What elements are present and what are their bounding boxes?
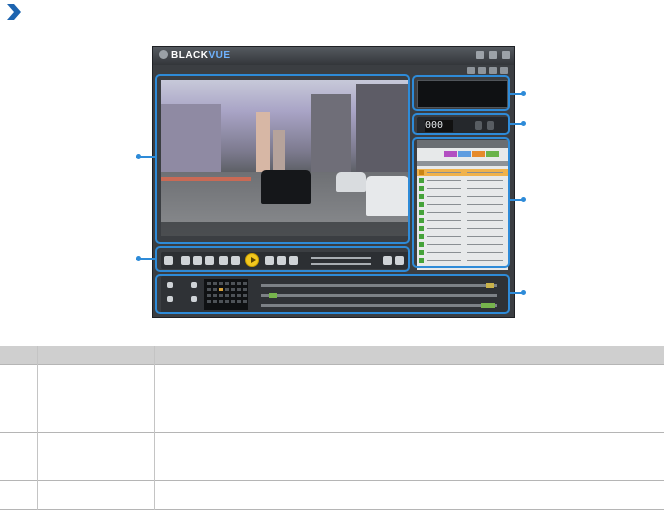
callout-dot (521, 197, 526, 202)
toolbar (467, 67, 508, 74)
table-row (0, 365, 664, 433)
callout-dot (136, 154, 141, 159)
column-divider (154, 346, 155, 510)
table-row (0, 481, 664, 510)
app-logo: BLACKVUE (159, 50, 231, 62)
callout-timeline (155, 274, 510, 314)
close-icon[interactable] (502, 51, 510, 59)
callout-playback-controls (155, 246, 410, 272)
minimize-icon[interactable] (489, 51, 497, 59)
callout-video-area (155, 74, 410, 244)
callout-dot (521, 121, 526, 126)
callout-map-panel (412, 75, 510, 111)
info-icon[interactable] (476, 51, 484, 59)
settings-icon[interactable] (500, 67, 508, 74)
save-icon[interactable] (478, 67, 486, 74)
window-controls (476, 51, 510, 59)
callout-dot (136, 256, 141, 261)
callout-dot (521, 91, 526, 96)
callout-dot (521, 290, 526, 295)
title-bar: BLACKVUE (153, 47, 514, 65)
callout-speed-panel (412, 113, 510, 135)
table-header-row (0, 346, 664, 365)
chevron-right-icon (7, 4, 21, 20)
table-row (0, 433, 664, 481)
column-divider (37, 346, 38, 510)
open-folder-icon[interactable] (467, 67, 475, 74)
callout-file-list (412, 137, 510, 268)
logo-icon (159, 50, 168, 59)
print-icon[interactable] (489, 67, 497, 74)
